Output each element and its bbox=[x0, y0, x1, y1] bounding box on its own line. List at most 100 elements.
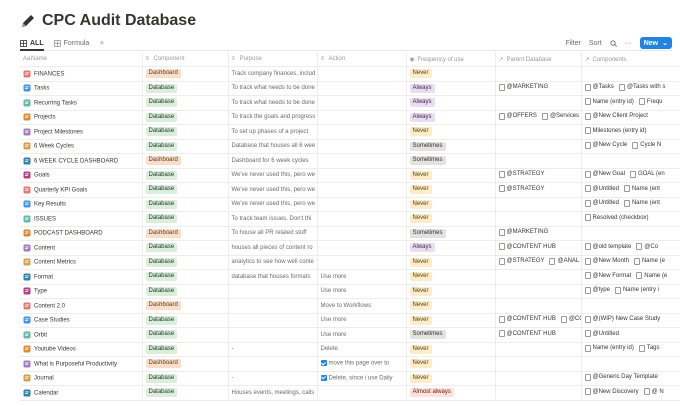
cell-parent-database[interactable]: @MARKETING bbox=[495, 226, 582, 241]
cell-purpose[interactable]: Database that houses all 6 wee bbox=[228, 139, 318, 154]
checkbox-checked-icon[interactable] bbox=[320, 360, 327, 367]
cell-component[interactable]: Database bbox=[142, 371, 229, 386]
table-row[interactable]: Goals Database We've never used this, pero… bbox=[20, 168, 680, 183]
relation-link[interactable]: @Tasks with s bbox=[618, 83, 665, 91]
cell-parent-database[interactable]: @CONTENT HUB bbox=[495, 240, 582, 256]
cell-action[interactable] bbox=[317, 81, 407, 96]
cell-name[interactable]: Project Milestones bbox=[20, 124, 143, 140]
cell-purpose[interactable]: - bbox=[228, 342, 318, 357]
cell-component[interactable]: Database bbox=[142, 385, 229, 401]
cell-action[interactable] bbox=[317, 240, 407, 256]
relation-link[interactable]: @type bbox=[584, 286, 610, 294]
cell-parent-database[interactable] bbox=[495, 342, 582, 357]
cell-purpose[interactable]: To house all PR related stuff bbox=[228, 226, 318, 241]
cell-components[interactable]: @Generic Day Template bbox=[581, 371, 680, 386]
cell-name[interactable]: FINANCES bbox=[20, 66, 143, 82]
cell-frequency[interactable]: Always bbox=[406, 95, 496, 111]
cell-component[interactable]: Database bbox=[142, 313, 229, 328]
cell-parent-database[interactable] bbox=[495, 153, 582, 169]
add-view-button[interactable]: + bbox=[99, 38, 104, 48]
cell-parent-database[interactable] bbox=[495, 139, 582, 154]
cell-component[interactable]: Database bbox=[142, 197, 229, 212]
relation-link[interactable]: Name (entry id) bbox=[584, 98, 634, 106]
column-header-component[interactable]: ≡ Component bbox=[142, 52, 229, 67]
relation-link[interactable]: Milestones (entry id) bbox=[584, 127, 647, 135]
cell-action[interactable] bbox=[317, 255, 407, 270]
cell-name[interactable]: Projects bbox=[20, 110, 143, 125]
cell-parent-database[interactable] bbox=[495, 269, 582, 285]
relation-link[interactable]: Cycle N bbox=[632, 141, 661, 149]
cell-frequency[interactable]: Never bbox=[406, 356, 496, 372]
cell-components[interactable]: @New Goal GOAL (en bbox=[581, 168, 680, 183]
cell-components[interactable] bbox=[581, 66, 680, 82]
cell-name[interactable]: Key Results bbox=[20, 197, 143, 212]
table-row[interactable]: Tasks Database To track what needs to be d… bbox=[20, 81, 680, 96]
relation-link[interactable]: @Co bbox=[636, 243, 658, 251]
cell-components[interactable] bbox=[581, 356, 680, 372]
cell-action[interactable] bbox=[317, 153, 407, 169]
table-row[interactable]: What is Purposeful Productivity Dashboard… bbox=[20, 356, 680, 372]
tab-all[interactable]: ALL bbox=[20, 40, 44, 47]
cell-parent-database[interactable] bbox=[495, 197, 582, 212]
cell-component[interactable]: Database bbox=[142, 95, 229, 111]
cell-purpose[interactable] bbox=[228, 284, 318, 299]
cell-parent-database[interactable] bbox=[495, 356, 582, 372]
cell-action[interactable]: Use more bbox=[317, 327, 407, 343]
relation-link[interactable]: @Untitled bbox=[584, 330, 619, 338]
cell-frequency[interactable]: Never bbox=[406, 298, 496, 314]
cell-frequency[interactable]: Never bbox=[406, 124, 496, 140]
cell-name[interactable]: Orbit bbox=[20, 327, 143, 343]
cell-components[interactable]: @old template @Co bbox=[581, 240, 680, 256]
cell-frequency[interactable]: Sometimes bbox=[406, 153, 496, 169]
cell-action[interactable] bbox=[317, 66, 407, 82]
cell-action[interactable] bbox=[317, 139, 407, 154]
table-row[interactable]: Calendar Database Houses events, meetings,… bbox=[20, 385, 680, 401]
cell-components[interactable]: Milestones (entry id) bbox=[581, 124, 680, 140]
cell-parent-database[interactable]: @STRATEGY @ANAL bbox=[495, 255, 582, 270]
relation-link[interactable]: @MARKETING bbox=[498, 228, 548, 236]
cell-name[interactable]: ISSUES bbox=[20, 211, 143, 227]
cell-components[interactable]: Name (entry id) Tags bbox=[581, 342, 680, 357]
cell-component[interactable]: Database bbox=[142, 168, 229, 183]
table-row[interactable]: PODCAST DASHBOARD Dashboard To house all P… bbox=[20, 226, 680, 241]
cell-components[interactable]: @Untitled Name (ent bbox=[581, 197, 680, 212]
cell-name[interactable]: 6 Week Cycles bbox=[20, 139, 143, 154]
cell-name[interactable]: Goals bbox=[20, 168, 143, 183]
cell-action[interactable] bbox=[317, 197, 407, 212]
cell-frequency[interactable]: Never bbox=[406, 66, 496, 82]
cell-purpose[interactable]: Track company finances, includ bbox=[228, 66, 318, 82]
relation-link[interactable]: @CONTENT HUB bbox=[498, 330, 556, 338]
cell-parent-database[interactable] bbox=[495, 211, 582, 227]
table-row[interactable]: Project Milestones Database To set up phas… bbox=[20, 124, 680, 140]
cell-frequency[interactable]: Never bbox=[406, 197, 496, 212]
table-row[interactable]: Recurring Tasks Database To track what nee… bbox=[20, 95, 680, 111]
relation-link[interactable]: Resolved (checkbox) bbox=[584, 214, 649, 222]
table-row[interactable]: Content 2.0 Dashboard Move to Workflows Nev… bbox=[20, 298, 680, 314]
cell-component[interactable]: Database bbox=[142, 124, 229, 140]
cell-frequency[interactable]: Never bbox=[406, 255, 496, 270]
relation-link[interactable]: Frequ bbox=[638, 98, 663, 106]
cell-parent-database[interactable] bbox=[495, 95, 582, 111]
cell-components[interactable]: @New Month Name (e bbox=[581, 255, 680, 270]
relation-link[interactable]: Name (ent bbox=[623, 199, 660, 207]
cell-component[interactable]: Database bbox=[142, 182, 229, 198]
relation-link[interactable]: @Tasks bbox=[584, 83, 614, 91]
relation-link[interactable]: @New Cycle bbox=[584, 141, 627, 149]
new-button[interactable]: New ⌄ bbox=[639, 37, 672, 49]
cell-frequency[interactable]: Always bbox=[406, 81, 496, 96]
cell-component[interactable]: Database bbox=[142, 255, 229, 270]
column-header-components[interactable]: ↗ Components bbox=[581, 52, 680, 67]
table-row[interactable]: Journal Database - Delete, since i use Dail… bbox=[20, 371, 680, 386]
cell-frequency[interactable]: Never bbox=[406, 182, 496, 198]
cell-component[interactable]: Dashboard bbox=[142, 356, 229, 372]
cell-parent-database[interactable]: @OFFERS @Services bbox=[495, 110, 582, 125]
relation-link[interactable]: Name (entry i bbox=[614, 286, 659, 294]
table-row[interactable]: Youtube Videos Database - Delete Never Name (… bbox=[20, 342, 680, 357]
cell-component[interactable]: Database bbox=[142, 327, 229, 343]
column-header-purpose[interactable]: ≡ Purpose bbox=[228, 52, 318, 67]
cell-action[interactable]: Delete, since i use Daily bbox=[317, 371, 407, 386]
checkbox-checked-icon[interactable] bbox=[320, 374, 327, 381]
cell-parent-database[interactable]: @STRATEGY bbox=[495, 168, 582, 183]
relation-link[interactable]: @(WIP) New Case Study bbox=[584, 315, 660, 323]
cell-purpose[interactable]: Houses events, meetings, calls bbox=[228, 385, 318, 401]
